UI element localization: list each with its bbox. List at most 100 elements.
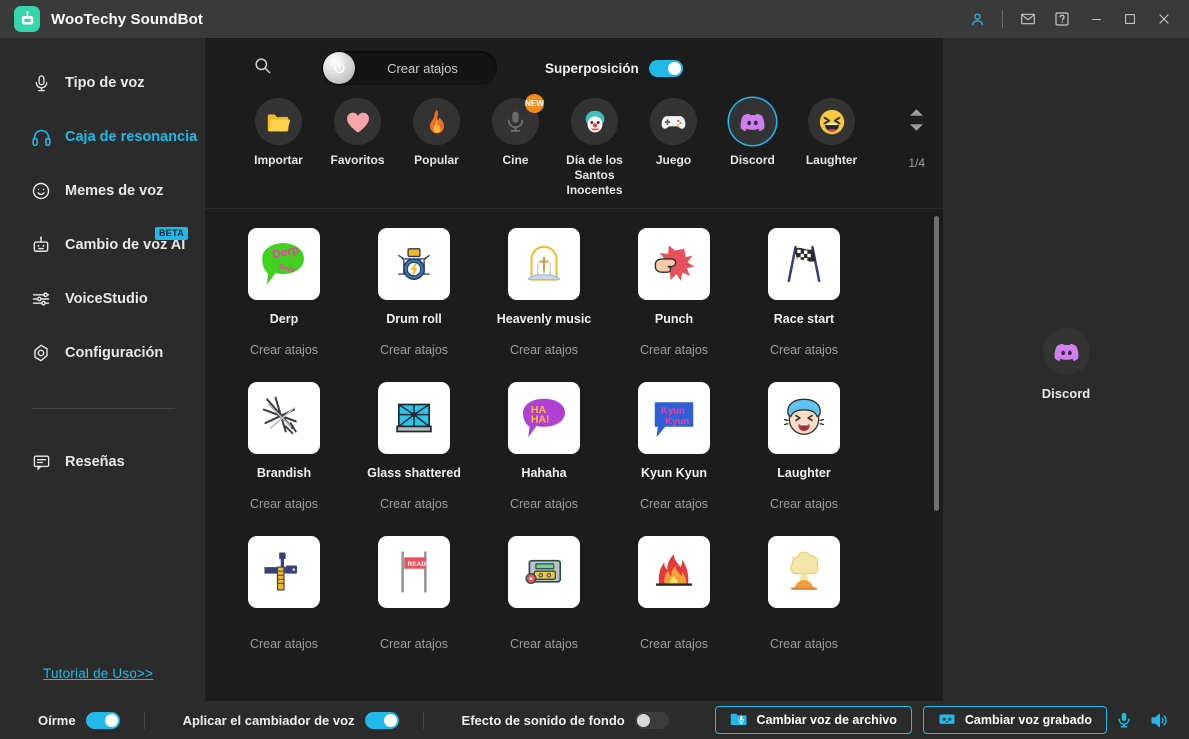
sound-shortcut[interactable]: Crear atajos bbox=[380, 343, 448, 357]
help-icon[interactable] bbox=[1045, 0, 1079, 38]
chevron-up-icon[interactable] bbox=[909, 108, 924, 119]
sound-thumbnail[interactable] bbox=[248, 536, 320, 608]
sound-thumbnail[interactable]: HA HA! bbox=[508, 382, 580, 454]
overlay-toggle[interactable] bbox=[648, 59, 683, 77]
chevron-down-icon[interactable] bbox=[909, 123, 924, 134]
search-icon[interactable] bbox=[253, 56, 272, 80]
category-discord[interactable]: Discord bbox=[713, 98, 792, 168]
sound-shortcut[interactable]: Crear atajos bbox=[250, 637, 318, 651]
sidebar-item-caja-de-resonancia[interactable]: Caja de resonancia bbox=[0, 110, 205, 164]
sound-card[interactable]: Crear atajos bbox=[219, 536, 349, 671]
download-icon[interactable] bbox=[302, 437, 315, 450]
category-favoritos[interactable]: Favoritos bbox=[318, 98, 397, 168]
download-icon[interactable] bbox=[692, 283, 705, 296]
sound-thumbnail[interactable] bbox=[508, 536, 580, 608]
sound-shortcut[interactable]: Crear atajos bbox=[510, 637, 578, 651]
sound-shortcut[interactable]: Crear atajos bbox=[640, 343, 708, 357]
download-icon[interactable] bbox=[562, 591, 575, 604]
sound-card[interactable]: Drum roll Crear atajos bbox=[349, 228, 479, 382]
download-icon[interactable] bbox=[692, 591, 705, 604]
sidebar-item-resenas[interactable]: Reseñas bbox=[0, 435, 205, 489]
hear-myself-toggle[interactable] bbox=[85, 711, 120, 729]
sidebar-item-memes-de-voz[interactable]: Memes de voz bbox=[0, 164, 205, 218]
download-icon[interactable] bbox=[822, 437, 835, 450]
sound-shortcut[interactable]: Crear atajos bbox=[250, 497, 318, 511]
sound-card[interactable]: Crear atajos bbox=[609, 536, 739, 671]
download-icon[interactable] bbox=[302, 283, 315, 296]
sound-thumbnail[interactable] bbox=[638, 228, 710, 300]
sound-shortcut[interactable]: Crear atajos bbox=[770, 343, 838, 357]
sound-card[interactable]: Laughter Crear atajos bbox=[739, 382, 869, 536]
sidebar-item-tipo-de-voz[interactable]: Tipo de voz bbox=[0, 56, 205, 110]
clown-icon bbox=[571, 98, 618, 145]
sound-card[interactable]: Kyun Kyun Kyun Kyun Crear atajos bbox=[609, 382, 739, 536]
account-icon[interactable] bbox=[960, 0, 994, 38]
tutorial-link[interactable]: Tutorial de Uso>> bbox=[43, 666, 153, 681]
sound-card[interactable]: Brandish Crear atajos bbox=[219, 382, 349, 536]
background-sound-toggle[interactable] bbox=[634, 711, 669, 729]
power-icon[interactable] bbox=[323, 52, 355, 84]
sound-shortcut[interactable]: Crear atajos bbox=[380, 637, 448, 651]
create-shortcut-pill[interactable]: Crear atajos bbox=[322, 51, 497, 85]
category-cine[interactable]: NEW Cine bbox=[476, 94, 555, 168]
mail-icon[interactable] bbox=[1011, 0, 1045, 38]
sound-card[interactable]: Crear atajos bbox=[479, 536, 609, 671]
sound-thumbnail[interactable] bbox=[378, 382, 450, 454]
sidebar-item-cambio-de-voz-ai[interactable]: BETA Cambio de voz AI bbox=[0, 218, 205, 272]
category-dia-de-los-santos-inocentes[interactable]: Día de los Santos Inocentes bbox=[555, 98, 634, 198]
category-juego[interactable]: Juego bbox=[634, 98, 713, 168]
sound-thumbnail[interactable] bbox=[768, 382, 840, 454]
download-icon[interactable] bbox=[302, 591, 315, 604]
change-file-voice-button[interactable]: Cambiar voz de archivo bbox=[714, 706, 912, 734]
sound-card[interactable]: READY Crear atajos bbox=[349, 536, 479, 671]
download-icon[interactable] bbox=[432, 591, 445, 604]
minimize-icon[interactable] bbox=[1079, 0, 1113, 38]
sound-thumbnail[interactable] bbox=[378, 228, 450, 300]
sound-card[interactable]: Heavenly music Crear atajos bbox=[479, 228, 609, 382]
sound-shortcut[interactable]: Crear atajos bbox=[640, 497, 708, 511]
sound-thumbnail[interactable] bbox=[768, 228, 840, 300]
voice-changer-toggle[interactable] bbox=[364, 711, 399, 729]
sound-shortcut[interactable]: Crear atajos bbox=[510, 343, 578, 357]
download-icon[interactable] bbox=[432, 437, 445, 450]
sidebar-item-configuracion[interactable]: Configuración bbox=[0, 326, 205, 380]
sound-thumbnail[interactable]: Derp Derp bbox=[248, 228, 320, 300]
sound-card[interactable]: Derp Derp Derp Crear atajos bbox=[219, 228, 349, 382]
close-icon[interactable] bbox=[1147, 0, 1181, 38]
download-icon[interactable] bbox=[692, 437, 705, 450]
speaker-icon[interactable] bbox=[1141, 705, 1175, 735]
download-icon[interactable] bbox=[822, 591, 835, 604]
sound-thumbnail[interactable] bbox=[508, 228, 580, 300]
robot-icon bbox=[30, 234, 52, 256]
sidebar-item-voicestudio[interactable]: VoiceStudio bbox=[0, 272, 205, 326]
sound-thumbnail[interactable]: READY bbox=[378, 536, 450, 608]
download-icon[interactable] bbox=[562, 283, 575, 296]
download-icon[interactable] bbox=[432, 283, 445, 296]
sound-thumbnail[interactable] bbox=[638, 536, 710, 608]
sound-thumbnail[interactable]: Kyun Kyun bbox=[638, 382, 710, 454]
sound-shortcut[interactable]: Crear atajos bbox=[770, 497, 838, 511]
sound-card[interactable]: Crear atajos bbox=[739, 536, 869, 671]
category-importar[interactable]: Importar bbox=[239, 98, 318, 168]
sound-card[interactable]: Glass shattered Crear atajos bbox=[349, 382, 479, 536]
sound-shortcut[interactable]: Crear atajos bbox=[250, 343, 318, 357]
heart-icon bbox=[334, 98, 381, 145]
sound-shortcut[interactable]: Crear atajos bbox=[510, 497, 578, 511]
sound-shortcut[interactable]: Crear atajos bbox=[770, 637, 838, 651]
sound-card[interactable]: Punch Crear atajos bbox=[609, 228, 739, 382]
category-popular[interactable]: Popular bbox=[397, 98, 476, 168]
download-icon[interactable] bbox=[822, 283, 835, 296]
category-laughter[interactable]: Laughter bbox=[792, 98, 871, 168]
maximize-icon[interactable] bbox=[1113, 0, 1147, 38]
sound-card[interactable]: HA HA! Hahaha Crear atajos bbox=[479, 382, 609, 536]
download-icon[interactable] bbox=[562, 437, 575, 450]
sound-shortcut[interactable]: Crear atajos bbox=[640, 637, 708, 651]
sound-thumbnail[interactable] bbox=[248, 382, 320, 454]
sound-card[interactable]: Race start Crear atajos bbox=[739, 228, 869, 382]
sound-shortcut[interactable]: Crear atajos bbox=[380, 497, 448, 511]
grid-scrollbar[interactable] bbox=[934, 216, 939, 511]
change-recorded-voice-button[interactable]: Cambiar voz grabado bbox=[922, 706, 1107, 734]
microphone-icon[interactable] bbox=[1107, 705, 1141, 735]
discord-icon[interactable] bbox=[1042, 328, 1090, 375]
sound-thumbnail[interactable] bbox=[768, 536, 840, 608]
